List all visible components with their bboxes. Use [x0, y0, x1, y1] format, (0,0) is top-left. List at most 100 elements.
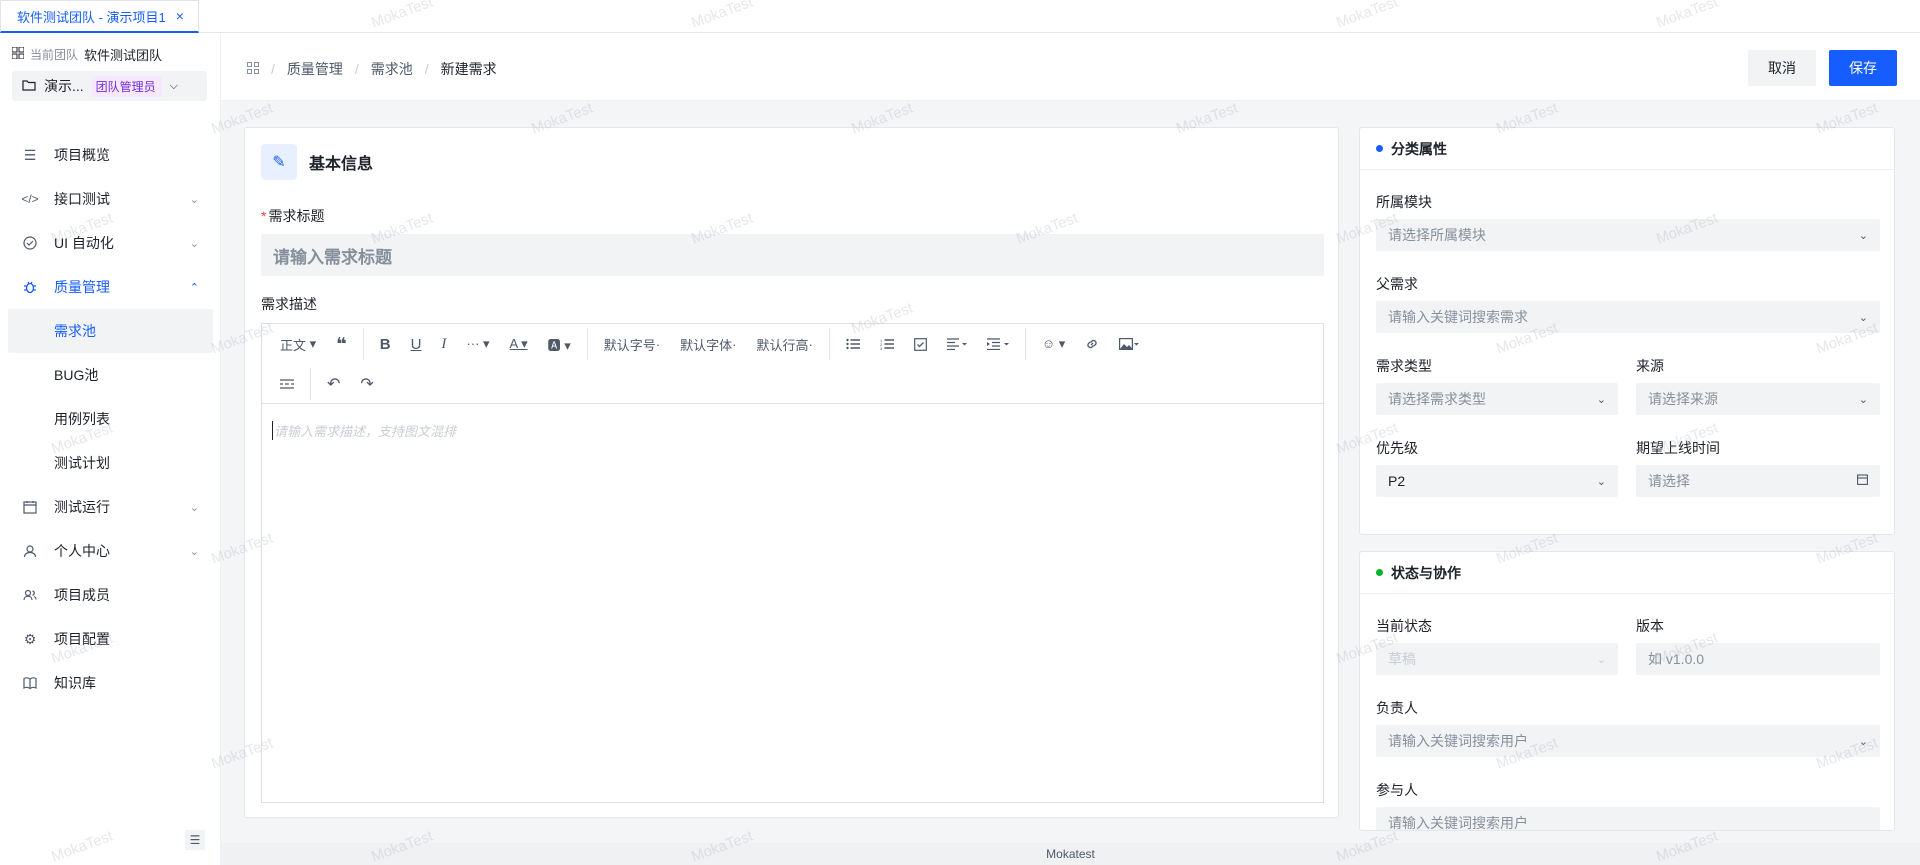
editor-toolbar-row2: ↶ ↷ [262, 364, 1323, 404]
parent-label: 父需求 [1376, 276, 1418, 292]
online-date-placeholder: 请选择 [1648, 473, 1690, 489]
close-icon[interactable]: × [176, 8, 184, 24]
numbered-list-icon[interactable]: 123 [870, 330, 904, 358]
menu-item-quality[interactable]: 质量管理 ⌃ [0, 265, 221, 309]
basic-info-header: ✎ 基本信息 [261, 144, 373, 180]
check-circle-icon [22, 235, 38, 251]
title-label: * 需求标题 [261, 206, 324, 226]
owner-select[interactable]: 请输入关键词搜索用户 ⌄ [1376, 725, 1880, 757]
bullet-list-icon[interactable] [836, 330, 870, 358]
cancel-button[interactable]: 取消 [1748, 50, 1816, 86]
chevron-down-icon: ⌄ [1858, 735, 1868, 748]
owner-label: 负责人 [1376, 700, 1418, 716]
project-select[interactable]: 演示... 团队管理员 ⌵ [12, 71, 207, 101]
image-icon[interactable] [1109, 330, 1149, 358]
font-size-select[interactable]: 默认字号 · [594, 330, 670, 358]
classification-header: 分类属性 [1360, 128, 1894, 170]
link-icon[interactable] [1075, 330, 1109, 358]
breadcrumb-item[interactable]: 质量管理 [287, 59, 343, 79]
more-format-icon[interactable]: ··· ▾ [456, 330, 499, 358]
redo-icon[interactable]: ↷ [350, 370, 383, 398]
menu-item-config[interactable]: ⚙ 项目配置 [0, 617, 221, 661]
divider-line-icon[interactable] [270, 370, 304, 398]
chevron-down-icon: ⌄ [1858, 393, 1868, 406]
version-input[interactable]: 如 v1.0.0 [1636, 643, 1880, 675]
collapse-sidebar-icon[interactable]: ☰ [185, 830, 205, 850]
grid-icon [11, 46, 25, 62]
underline-icon[interactable]: U [401, 330, 432, 358]
quote-icon[interactable]: ❝ [326, 330, 357, 358]
undo-icon[interactable]: ↶ [317, 370, 350, 398]
tab-project[interactable]: 软件测试团队 - 演示项目1 × [0, 0, 199, 33]
divider [586, 328, 588, 360]
editor-placeholder[interactable]: 请输入需求描述，支持图文混排 [272, 421, 456, 440]
indent-icon[interactable] [977, 330, 1019, 358]
divider [310, 367, 311, 400]
todo-list-icon[interactable] [904, 330, 937, 358]
participants-label: 参与人 [1376, 782, 1418, 798]
footer: Mokatest [221, 843, 1920, 865]
font-color-icon[interactable]: A ▾ [500, 330, 538, 358]
type-select[interactable]: 请选择需求类型 ⌄ [1376, 383, 1618, 415]
parent-select[interactable]: 请输入关键词搜索需求 ⌄ [1376, 301, 1880, 333]
paragraph-label: 正文 [280, 337, 307, 353]
menu-item-bug-pool[interactable]: BUG池 [0, 353, 221, 397]
italic-icon[interactable]: I [431, 330, 456, 358]
menu-label: 个人中心 [54, 543, 110, 559]
menu-item-personal[interactable]: 个人中心 ⌄ [0, 529, 221, 573]
module-label: 所属模块 [1376, 194, 1432, 210]
participants-select[interactable]: 请输入关键词搜索用户 [1376, 807, 1880, 830]
source-select[interactable]: 请选择来源 ⌄ [1636, 383, 1880, 415]
background-color-icon[interactable]: 🅰 ▾ [538, 330, 581, 358]
module-select[interactable]: 请选择所属模块 ⌄ [1376, 219, 1880, 251]
title-input[interactable]: 请输入需求标题 [261, 234, 1324, 276]
menu-item-ui-auto[interactable]: UI 自动化 ⌄ [0, 221, 221, 265]
chevron-down-icon: ⌄ [189, 237, 199, 250]
save-button[interactable]: 保存 [1829, 50, 1897, 86]
divider [362, 328, 364, 360]
chevron-down-icon: ⌄ [189, 545, 199, 558]
menu-item-test-plan[interactable]: 测试计划 [0, 441, 221, 485]
breadcrumb-item[interactable]: 需求池 [371, 59, 413, 79]
online-date-picker[interactable]: 请选择 [1636, 465, 1880, 497]
menu-item-test-run[interactable]: 测试运行 ⌄ [0, 485, 221, 529]
list-icon: ☰ [23, 146, 37, 163]
sidebar: 当前团队 软件测试团队 演示... 团队管理员 ⌵ ☰ 项目概览 </> 接口测… [0, 33, 221, 865]
breadcrumb-separator: / [354, 61, 359, 77]
breadcrumb-separator: / [424, 61, 429, 77]
desc-label: 需求描述 [261, 296, 317, 312]
basic-info-card: ✎ 基本信息 * 需求标题 请输入需求标题 需求描述 正文 ▾ ❝ B U I ·… [244, 127, 1339, 818]
breadcrumb-separator: / [271, 61, 275, 77]
section-title: 分类属性 [1391, 140, 1447, 157]
online-date-label: 期望上线时间 [1636, 440, 1720, 456]
title-label-text: 需求标题 [268, 208, 325, 224]
menu-item-overview[interactable]: ☰ 项目概览 [0, 133, 221, 177]
align-icon[interactable] [937, 330, 977, 358]
paragraph-select[interactable]: 正文 ▾ [270, 330, 326, 358]
version-label: 版本 [1636, 618, 1664, 634]
chevron-up-icon: ⌃ [189, 281, 199, 294]
font-family-select[interactable]: 默认字体 · [670, 330, 746, 358]
emoji-icon[interactable]: ☺ ▾ [1032, 330, 1075, 358]
state-label: 当前状态 [1376, 618, 1432, 634]
team-prefix: 当前团队 [30, 48, 79, 62]
menu-label: 测试运行 [54, 499, 110, 515]
menu-item-members[interactable]: 项目成员 [0, 573, 221, 617]
classification-card: 分类属性 所属模块 请选择所属模块 ⌄ 父需求 请输入关键词搜索需求 ⌄ 需求类… [1359, 127, 1895, 535]
priority-select[interactable]: P2 ⌄ [1376, 465, 1618, 497]
chevron-down-icon: ⌄ [1596, 653, 1606, 666]
user-icon [22, 543, 38, 559]
svg-text:3: 3 [880, 346, 883, 350]
bold-icon[interactable]: B [370, 330, 401, 358]
chevron-down-icon: ⌄ [1858, 311, 1868, 324]
line-height-select[interactable]: 默认行高 · [747, 330, 823, 358]
menu-item-case-list[interactable]: 用例列表 [0, 397, 221, 441]
menu-item-requirement-pool[interactable]: 需求池 [8, 309, 213, 353]
menu-item-knowledge-base[interactable]: 知识库 [0, 661, 221, 705]
menu-item-api-test[interactable]: </> 接口测试 ⌄ [0, 177, 221, 221]
divider [828, 328, 830, 360]
chevron-down-icon: ⌄ [1596, 475, 1606, 488]
menu-label: 质量管理 [54, 279, 110, 295]
owner-placeholder: 请输入关键词搜索用户 [1388, 733, 1528, 749]
home-grid-icon[interactable] [247, 61, 259, 77]
